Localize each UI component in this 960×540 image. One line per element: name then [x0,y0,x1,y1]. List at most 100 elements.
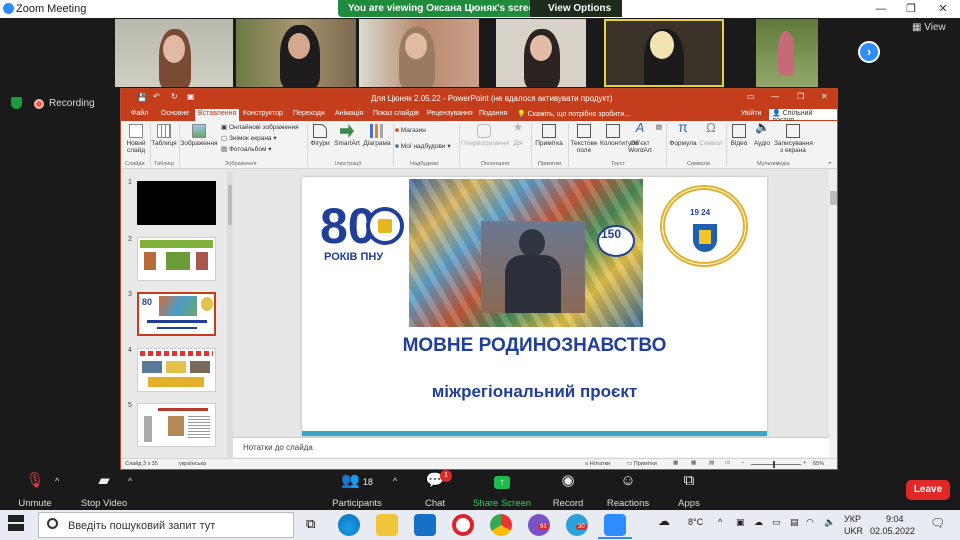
symbol-button[interactable]: Ω Символ [699,121,723,147]
text-more-icon[interactable]: ▤ [655,124,663,131]
header-footer-button[interactable]: Колонтитули [600,124,639,147]
task-view-icon[interactable]: ⧉ [306,516,315,532]
slide-sorter-icon[interactable]: ▦ [691,460,696,466]
zoom-app-icon[interactable] [604,514,626,536]
onedrive-cloud-icon[interactable]: ☁ [754,517,763,528]
viber-icon[interactable]: 91 [528,514,550,536]
participant-video-tile[interactable] [359,19,479,87]
tray-app-icon[interactable]: ▣ [736,517,745,528]
unmute-button[interactable]: 🎙 Unmute [14,470,56,509]
my-addins-button[interactable]: ■ Мої надбудови ▾ [395,143,451,150]
collapse-ribbon-icon[interactable]: ⌃ [827,161,833,169]
tab-slideshow[interactable]: Показ слайдів [373,110,419,117]
maximize-icon[interactable]: ❐ [896,0,926,18]
comment-button[interactable]: Примітка [533,124,565,147]
share-screen-button[interactable]: ↑ Share Screen [472,470,532,509]
weather-cloud-icon[interactable]: ☁ [658,514,670,528]
photo-album-button[interactable]: ▤ Фотоальбом ▾ [221,146,272,153]
volume-speaker-icon[interactable]: 🔈 [824,517,835,528]
tab-home[interactable]: Основне [161,110,189,117]
input-language-bottom[interactable]: UKR [844,526,863,536]
stop-video-button[interactable]: ▰ Stop Video [78,470,130,509]
slide-thumbnail-3-selected[interactable]: 80 [137,292,216,336]
undo-icon[interactable]: ↶ [153,92,160,101]
close-icon[interactable]: ✕ [928,0,958,18]
slide-thumbnail-1[interactable] [137,181,216,225]
notes-pane[interactable]: Нотатки до слайда [233,437,829,457]
normal-view-icon[interactable]: ▦ [673,460,678,466]
ppt-minimize-icon[interactable]: — [771,92,779,101]
save-icon[interactable]: 💾 [137,93,147,102]
slide-scrollbar[interactable] [829,169,837,437]
sign-in-link[interactable]: Увійти [741,110,761,117]
participants-button[interactable]: 👥 18 Participants [330,470,384,509]
zoom-in-icon[interactable]: + [803,460,806,466]
participant-video-tile[interactable] [756,19,818,87]
slide-thumbnail-5[interactable] [137,403,216,447]
slideshow-view-icon[interactable]: ▭ [725,460,730,466]
wordart-button[interactable]: A Об'єкт WordArt [627,121,653,154]
ribbon-display-icon[interactable]: ▭ [747,92,755,101]
audio-button[interactable]: 🔈 Аудіо [751,121,773,147]
zoom-slider[interactable] [751,461,801,468]
online-images-button[interactable]: ▣ Онлайнові зображення [221,124,299,131]
tab-design[interactable]: Конструктор [243,110,283,117]
clock-date[interactable]: 02.05.2022 [870,526,915,536]
leave-meeting-button[interactable]: Leave [906,480,950,500]
audio-options-chevron-icon[interactable]: ^ [55,476,59,486]
notifications-icon[interactable]: 🗨 [930,516,945,530]
participant-video-tile-active[interactable] [604,19,724,87]
record-button[interactable]: ◉ Record [550,470,586,509]
view-options-button[interactable]: View Options ⌄ [530,0,622,31]
ppt-close-icon[interactable]: ✕ [821,92,828,101]
video-button[interactable]: Відео [728,124,750,147]
reading-view-icon[interactable]: ▤ [709,460,714,466]
smartart-button[interactable]: SmartArt [332,124,362,147]
participant-video-tile[interactable] [236,19,356,87]
meet-now-icon[interactable]: ▤ [790,517,799,528]
view-button[interactable]: ▦ View [912,22,946,33]
current-slide[interactable]: 80 РОКІВ ПНУ 150 19 24 МОВНЕ РОДИНОЗНАВС… [302,177,767,436]
zoom-level[interactable]: 65% [813,461,824,467]
battery-icon[interactable]: ▭ [772,517,781,528]
tell-me-box[interactable]: 💡 Скажіть, що потрібно зробити... [517,110,630,118]
shapes-button[interactable]: Фігури [309,124,331,147]
tab-review[interactable]: Рецензування [427,110,473,117]
tab-transitions[interactable]: Переходи [293,110,325,117]
participant-video-tile[interactable] [496,19,586,87]
clock-time[interactable]: 9:04 [886,514,904,524]
store-button[interactable]: ■ Магазин [395,127,426,134]
start-slideshow-icon[interactable]: ▣ [187,92,195,101]
input-language-top[interactable]: УКР [844,514,861,524]
temperature[interactable]: 8°C [688,517,703,527]
share-button[interactable]: 👤 Спільний доступ [769,109,837,124]
screen-record-button[interactable]: Записування з екрана [774,124,813,154]
participants-chevron-icon[interactable]: ^ [393,476,397,486]
taskbar-search-input[interactable]: Введіть пошуковий запит тут [38,512,294,538]
screenshot-button[interactable]: ▢ Знімок екрана ▾ [221,135,277,142]
video-options-chevron-icon[interactable]: ^ [128,476,132,486]
show-hidden-icons-chevron-icon[interactable]: ^ [718,517,722,527]
chart-button[interactable]: Діаграма [363,124,391,147]
file-explorer-icon[interactable] [376,514,398,536]
windows-start-icon[interactable] [8,515,24,531]
apps-button[interactable]: ⧉ Apps [674,470,704,509]
security-shield-icon[interactable] [11,97,22,109]
tab-animations[interactable]: Анімація [335,110,363,117]
comments-toggle[interactable]: ▭ Примітки [627,461,657,467]
participant-video-tile[interactable] [115,19,233,87]
hyperlink-button[interactable]: Гіперпосилання [461,124,509,147]
textbox-button[interactable]: Текстове поле [569,124,599,154]
ppt-maximize-icon[interactable]: ❐ [797,92,804,101]
language-status[interactable]: українська [179,461,206,467]
action-button[interactable]: ★ Дія [509,121,527,147]
reactions-button[interactable]: ☺ Reactions [604,470,652,509]
notes-toggle[interactable]: ≡ Нотатки [585,461,610,467]
mail-icon[interactable] [414,514,436,536]
table-button[interactable]: Таблиця [151,124,177,147]
minimize-icon[interactable]: — [866,0,896,18]
tab-insert[interactable]: Вставлення [195,109,240,121]
next-page-chevron-icon[interactable]: › [858,41,880,63]
edge-browser-icon[interactable] [338,514,360,536]
tab-file[interactable]: Файл [131,110,148,117]
